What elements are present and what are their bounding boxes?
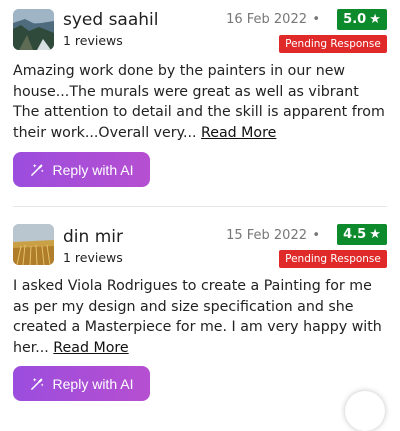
reply-with-ai-button[interactable]: Reply with AI — [13, 366, 150, 401]
reply-button-label: Reply with AI — [52, 161, 134, 178]
reply-with-ai-button[interactable]: Reply with AI — [13, 152, 150, 187]
star-icon: ★ — [369, 227, 381, 242]
review-text-content: Amazing work done by the painters in our… — [13, 63, 385, 141]
rating-value: 5.0 — [343, 12, 367, 27]
review-text: I asked Viola Rodrigues to create a Pain… — [13, 276, 387, 358]
reviewer-review-count: 1 reviews — [63, 250, 123, 265]
review-date: 16 Feb 2022 — [226, 12, 307, 27]
floating-action-button[interactable] — [345, 391, 385, 431]
reviewer-avatar — [13, 224, 54, 265]
reviewer-avatar — [13, 9, 54, 50]
reviewer-name: syed saahil — [63, 10, 159, 30]
rating-value: 4.5 — [343, 227, 367, 242]
reply-button-label: Reply with AI — [52, 375, 134, 392]
status-badge: Pending Response — [279, 250, 387, 268]
date-separator: • — [312, 228, 320, 243]
status-badge: Pending Response — [279, 35, 387, 53]
review-text: Amazing work done by the painters in our… — [13, 61, 387, 143]
rating-badge: 5.0 ★ — [337, 9, 387, 30]
read-more-link[interactable]: Read More — [53, 340, 128, 356]
magic-wand-icon — [30, 377, 44, 390]
review-date: 15 Feb 2022 — [226, 228, 307, 243]
rating-badge: 4.5 ★ — [337, 224, 387, 245]
date-separator: • — [312, 12, 320, 27]
star-icon: ★ — [369, 12, 381, 27]
review-divider — [13, 206, 387, 207]
magic-wand-icon — [30, 163, 44, 176]
read-more-link[interactable]: Read More — [201, 125, 276, 141]
reviewer-name: din mir — [63, 227, 123, 247]
reviewer-review-count: 1 reviews — [63, 33, 123, 48]
review-card: din mir 1 reviews 15 Feb 2022 • 4.5 ★ Pe… — [0, 208, 400, 401]
review-card: syed saahil 1 reviews 16 Feb 2022 • 5.0 … — [0, 0, 400, 206]
